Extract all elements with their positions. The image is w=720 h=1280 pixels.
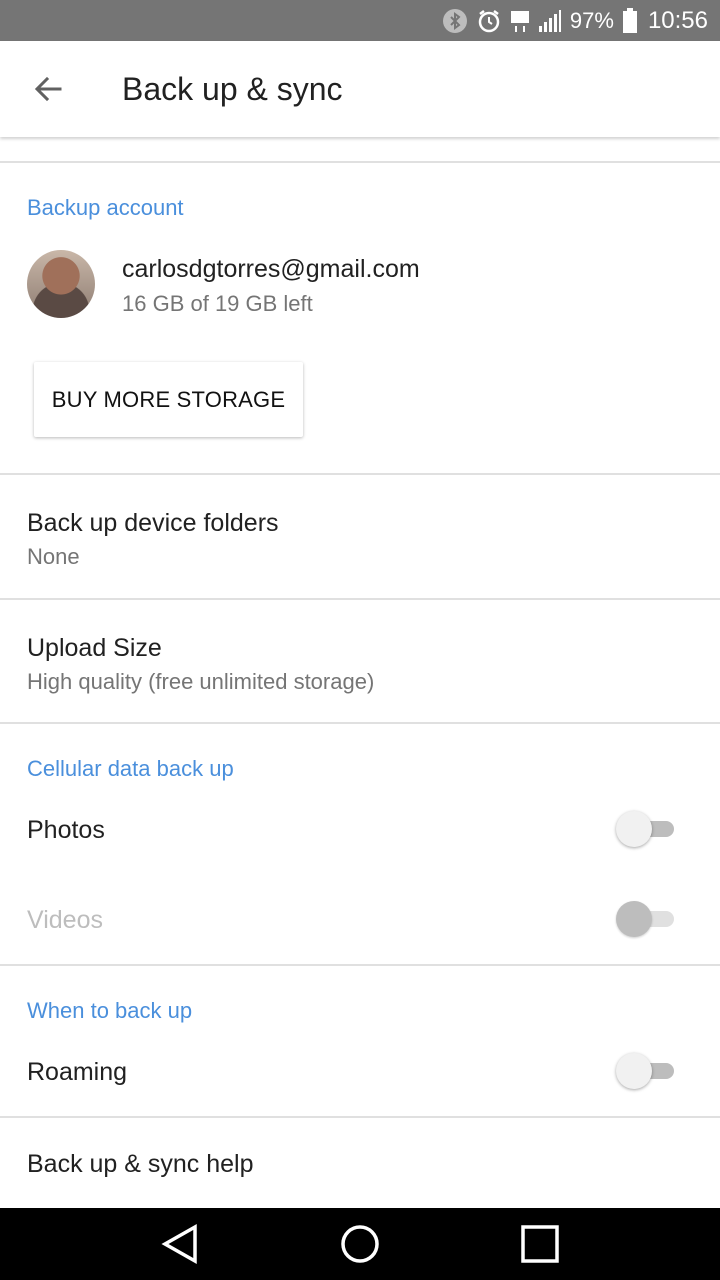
page-title: Back up & sync [122,70,343,107]
nav-recents-icon [521,1225,559,1263]
account-storage: 16 GB of 19 GB left [122,291,313,316]
roaming-toggle[interactable] [616,1053,676,1089]
settings-list[interactable]: Backup account carlosdgtorres@gmail.com … [0,137,720,1208]
nav-back-button[interactable] [140,1208,220,1280]
photos-row[interactable]: Photos [0,793,720,869]
device-folders-value: None [27,544,80,569]
help-row[interactable]: Back up & sync help [0,1118,720,1208]
avatar [27,250,95,318]
status-bar: 97% 10:56 [0,0,720,41]
toggle-thumb [616,811,652,847]
account-email: carlosdgtorres@gmail.com [122,255,420,283]
divider [0,964,720,966]
device-folders-title: Back up device folders [27,509,279,537]
videos-toggle [616,901,676,937]
app-bar: Back up & sync [0,41,720,137]
upload-size-title: Upload Size [27,634,162,662]
upload-size-row[interactable]: Upload Size High quality (free unlimited… [0,600,720,722]
buy-more-storage-button[interactable]: BUY MORE STORAGE [34,362,303,437]
nav-recents-button[interactable] [500,1208,580,1280]
toggle-thumb [616,901,652,937]
status-clock: 10:56 [647,6,708,34]
section-header-backup-account: Backup account [27,195,184,220]
videos-label: Videos [27,906,103,934]
section-header-when: When to back up [27,998,193,1023]
upload-size-value: High quality (free unlimited storage) [27,669,375,694]
photos-label: Photos [27,816,105,844]
nav-bar [0,1208,720,1280]
device-folders-row[interactable]: Back up device folders None [0,475,720,597]
divider [0,722,720,724]
alarm-icon [476,8,502,34]
battery-icon [622,7,638,34]
arrow-back-icon [34,76,62,102]
divider [0,161,720,163]
nav-home-button[interactable] [320,1208,400,1280]
roaming-row[interactable]: Roaming [0,1035,720,1111]
bluetooth-icon [442,8,468,34]
section-header-cellular: Cellular data back up [27,756,234,781]
signal-icon [538,9,562,33]
photos-toggle[interactable] [616,811,676,847]
roaming-label: Roaming [27,1058,128,1086]
nav-home-icon [341,1225,379,1263]
videos-row: Videos [0,883,720,959]
battery-percent: 97% [569,7,614,33]
lte-icon [510,8,530,34]
help-link: Back up & sync help [27,1150,254,1178]
nav-back-icon [161,1224,197,1264]
back-button[interactable] [0,41,96,137]
toggle-thumb [616,1053,652,1089]
